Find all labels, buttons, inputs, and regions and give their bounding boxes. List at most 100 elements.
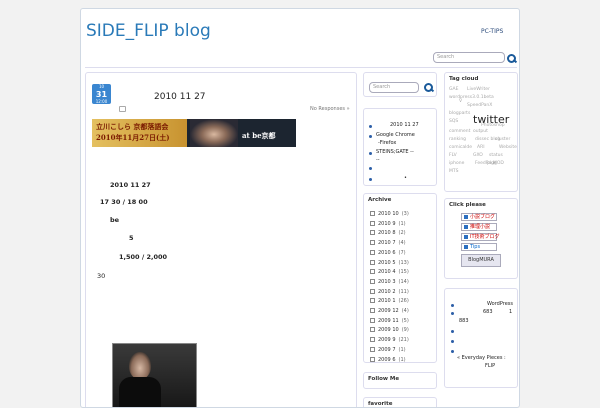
tag-link[interactable]: cluster (495, 137, 510, 142)
favorite-widget: favorite (363, 397, 437, 407)
archive-count: (1) (398, 220, 406, 227)
archive-item[interactable]: 2010 3 (14) (370, 278, 409, 285)
recent-post-link[interactable]: • (404, 175, 407, 181)
blogmura-banner[interactable]: BlogMURA (461, 254, 501, 267)
event-banner-image[interactable]: 立川こしら 京都落語会 2010年11月27日(土) at be京都 (92, 119, 296, 147)
calendar-icon (370, 337, 375, 343)
tag-link[interactable]: FLV (449, 153, 457, 158)
tag-link[interactable]: V (459, 99, 462, 104)
archive-label: 2010 1 (378, 298, 396, 305)
links-item[interactable]: 1 (509, 309, 512, 315)
calendar-icon (370, 249, 375, 255)
post-line-capacity: 30 (97, 272, 106, 280)
calendar-icon (370, 288, 375, 294)
tag-link[interactable]: GAE (449, 87, 458, 92)
calendar-icon (370, 346, 375, 352)
archive-label: 2010 7 (378, 240, 396, 247)
archive-item[interactable]: 2009 9 (21) (370, 337, 409, 343)
links-item[interactable]: 683 (483, 309, 493, 315)
archive-label: 2010 9 (378, 220, 396, 227)
archive-label: 2009 6 (378, 356, 396, 363)
archive-item[interactable]: 2010 4 (15) (370, 269, 409, 275)
archive-item[interactable]: 2009 11 (5) (370, 317, 409, 324)
archive-label: 2009 7 (378, 346, 396, 353)
links-item[interactable]: « Everyday Pieces : (457, 355, 506, 361)
performer-photo[interactable] (112, 343, 197, 407)
tag-link[interactable]: status (489, 153, 503, 158)
tag-link[interactable]: SQS (449, 119, 458, 124)
archive-count: (14) (398, 278, 409, 285)
ranking-button-novel-blog[interactable]: 小説ブログ (461, 213, 497, 221)
tag-link[interactable]: output (473, 129, 488, 134)
archive-count: (13) (398, 259, 409, 266)
archive-count: (21) (398, 337, 409, 344)
recent-post-link-cont[interactable]: -Firefox (378, 140, 396, 146)
archive-item[interactable]: 2010 8 (2) (370, 230, 406, 236)
archive-item[interactable]: 2010 9 (1) (370, 220, 406, 227)
sidebar-search-input[interactable]: Search (369, 82, 419, 93)
archive-item[interactable]: 2010 1 (26) (370, 298, 409, 304)
post-line-venue: be (110, 216, 120, 224)
archive-item[interactable]: 2009 7 (1) (370, 346, 406, 353)
archive-item[interactable]: 2010 7 (4) (370, 240, 406, 246)
banner-event-date: 2010年11月27日(土) (96, 133, 170, 142)
archive-item[interactable]: 2009 12 (4) (370, 308, 409, 314)
pc-tips-link[interactable]: PC-TIPS (481, 28, 503, 35)
tag-link[interactable]: iphone (449, 161, 464, 166)
tag-link[interactable]: Website (499, 145, 517, 150)
archive-count: (11) (398, 288, 409, 295)
archive-item[interactable]: 2009 10 (9) (370, 327, 409, 333)
archive-item[interactable]: 2010 5 (13) (370, 259, 409, 266)
tag-link[interactable]: SpeedPanX (467, 103, 492, 108)
tag-link[interactable]: ranking (449, 137, 466, 142)
tag-link[interactable]: ARI (477, 145, 485, 150)
ranking-button-mystery[interactable]: 推理小説 (461, 223, 497, 231)
date-time: 12:00 (95, 99, 108, 104)
tag-link[interactable]: comicalde (449, 145, 472, 150)
archive-item[interactable]: 2009 6 (1) (370, 356, 406, 363)
tag-link[interactable]: wordpress3.0.1beta (449, 95, 494, 100)
category-icon[interactable] (119, 106, 126, 112)
links-item[interactable]: 883 (459, 318, 469, 324)
search-icon[interactable] (424, 83, 433, 92)
comments-link[interactable]: No Responses » (310, 106, 350, 112)
archive-title: Archive (368, 197, 392, 203)
bullet-icon (451, 330, 454, 333)
tag-link[interactable]: LiveWriter (467, 87, 490, 92)
tag-link[interactable]: GXO (473, 153, 483, 158)
post-line-time: 17 30 / 18 00 (100, 198, 148, 206)
archive-count: (1) (398, 356, 406, 363)
tag-link[interactable]: MTS (449, 169, 459, 174)
archive-item[interactable]: 2010 6 (7) (370, 249, 406, 256)
calendar-icon (370, 259, 375, 265)
recent-post-link[interactable]: 2010 11 27 (390, 122, 419, 128)
recent-post-link[interactable]: STEINS;GATE -- (376, 149, 414, 155)
calendar-icon (370, 269, 375, 275)
search-icon[interactable] (507, 54, 516, 63)
links-item[interactable]: WordPress (487, 301, 513, 307)
archive-label: 2010 6 (378, 249, 396, 256)
links-item[interactable]: FLIP (485, 363, 495, 369)
tag-link[interactable]: MOD (493, 161, 504, 166)
archive-count: (2) (398, 230, 406, 237)
ranking-button-tips[interactable]: Tips (461, 243, 497, 251)
post-title[interactable]: 2010 11 27 (154, 92, 206, 102)
archive-count: (3) (401, 211, 409, 217)
banner-event-name: 立川こしら 京都落語会 (96, 122, 169, 131)
header-divider (85, 67, 517, 68)
tag-link[interactable]: comment (449, 129, 470, 134)
tag-link[interactable]: Photoshop (481, 123, 505, 128)
calendar-icon (370, 278, 375, 284)
archive-label: 2009 12 (378, 308, 399, 314)
site-title[interactable]: SIDE_FLIP blog (86, 21, 211, 41)
archive-item[interactable]: 2010 2 (11) (370, 288, 409, 295)
archive-count: (5) (401, 317, 409, 324)
tag-link[interactable]: blogparts (449, 111, 470, 116)
archive-label: 2010 2 (378, 288, 396, 295)
ranking-button-it-blog[interactable]: IT技術ブログ (461, 233, 500, 241)
recent-post-link[interactable]: Google Chrome (376, 132, 415, 138)
recent-post-link-cont[interactable]: -- (376, 157, 380, 163)
archive-item[interactable]: 2010 10 (3) (370, 211, 409, 217)
click-please-title: Click please (449, 202, 486, 208)
header-search-input[interactable]: Search (433, 52, 505, 63)
